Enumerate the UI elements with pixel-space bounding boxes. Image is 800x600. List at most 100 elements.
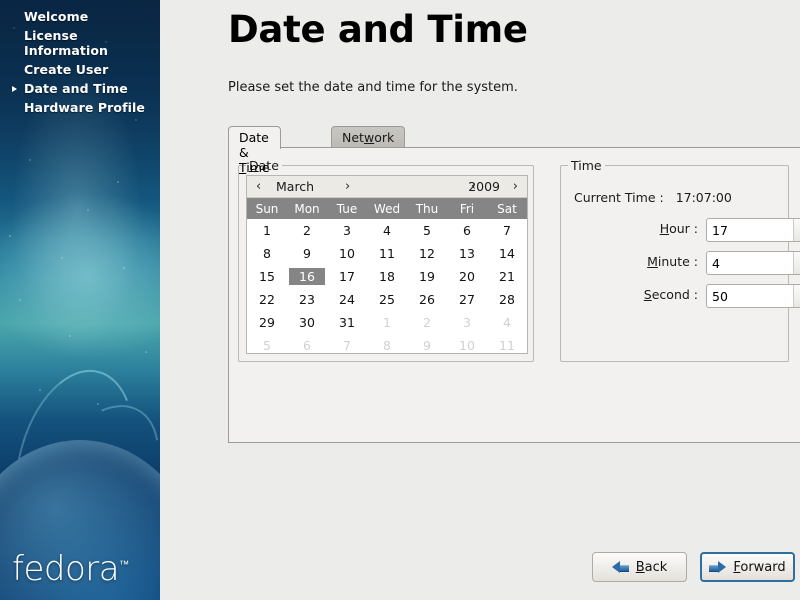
calendar-day-cell[interactable]: 5 [407,219,447,242]
sidebar-item-license-information[interactable]: License Information [0,26,160,60]
calendar-day-cell[interactable]: 7 [487,219,527,242]
time-group: Time Current Time : 17:07:00 Hour : [560,165,789,362]
calendar-day-cell[interactable]: 4 [487,311,527,334]
calendar-day-cell[interactable]: 9 [407,334,447,357]
calendar-week-row: 1234567 [247,219,527,242]
minute-stepper-buttons[interactable] [793,252,800,274]
sidebar-item-hardware-profile[interactable]: Hardware Profile [0,98,160,117]
calendar-day-cell[interactable]: 3 [447,311,487,334]
calendar-day-cell[interactable]: 24 [327,288,367,311]
calendar-day-cell[interactable]: 22 [247,288,287,311]
page-title: Date and Time [228,8,528,51]
calendar-day-cell[interactable]: 7 [327,334,367,357]
trademark-symbol: ™ [119,560,129,571]
time-group-label: Time [568,158,605,173]
calendar-day-cell[interactable]: 8 [367,334,407,357]
weekday-header: Tue [327,198,367,219]
calendar-day-cell[interactable]: 3 [327,219,367,242]
sidebar-item-date-and-time[interactable]: Date and Time [0,79,160,98]
calendar-day-cell[interactable]: 2 [287,219,327,242]
minute-increment-button[interactable] [794,252,800,263]
hour-stepper[interactable] [706,218,800,242]
sidebar: Welcome License Information Create User … [0,0,160,600]
calendar-week-row: 22232425262728 [247,288,527,311]
second-stepper-buttons[interactable] [793,285,800,307]
calendar-day-cell[interactable]: 1 [247,219,287,242]
calendar-day-cell[interactable]: 9 [287,242,327,265]
tab-panel-date-and-time: Date ‹ March › › 2009 ‹ Sun [228,147,800,443]
hour-input[interactable] [707,219,793,241]
calendar-day-cell[interactable]: 25 [367,288,407,311]
calendar-day-cell[interactable]: 30 [287,311,327,334]
weekday-header: Mon [287,198,327,219]
calendar-day-cell[interactable]: 23 [287,288,327,311]
sidebar-item-label: Hardware Profile [24,100,145,115]
calendar-day-cell[interactable]: 6 [447,219,487,242]
hour-decrement-button[interactable] [794,230,800,241]
calendar-day-cell[interactable]: 5 [247,334,287,357]
hour-stepper-buttons[interactable] [793,219,800,241]
current-time-row: Current Time : 17:07:00 [574,190,732,205]
current-time-value: 17:07:00 [676,190,732,205]
calendar-day-cell[interactable]: 16 [287,265,327,288]
calendar-day-cell[interactable]: 26 [407,288,447,311]
second-stepper[interactable] [706,284,800,308]
second-decrement-button[interactable] [794,296,800,307]
calendar-day-cell[interactable]: 4 [367,219,407,242]
minute-decrement-button[interactable] [794,263,800,274]
calendar-day-cell[interactable]: 1 [367,311,407,334]
calendar-day-cell[interactable]: 19 [407,265,447,288]
calendar-day-cell[interactable]: 2 [407,311,447,334]
minute-stepper[interactable] [706,251,800,275]
calendar-day-selected: 16 [289,268,325,285]
calendar-day-cell[interactable]: 11 [487,334,527,357]
back-button[interactable]: Back [592,552,687,582]
sidebar-item-label: Welcome [24,9,88,24]
date-group: Date ‹ March › › 2009 ‹ Sun [238,165,534,362]
calendar-day-cell[interactable]: 6 [287,334,327,357]
calendar-day-cell[interactable]: 10 [447,334,487,357]
calendar-day-cell[interactable]: 17 [327,265,367,288]
second-input[interactable] [707,285,793,307]
next-year-button[interactable]: › [508,176,523,198]
minute-field-row: Minute : [706,251,800,275]
arrow-right-icon [709,561,726,574]
tab-network-time-protocol[interactable]: Network Time Protocol [331,126,405,147]
prev-month-button[interactable]: ‹ [251,176,266,198]
minute-input[interactable] [707,252,793,274]
calendar-day-cell[interactable]: 31 [327,311,367,334]
prev-year-button[interactable]: ‹ [466,176,481,198]
sidebar-item-welcome[interactable]: Welcome [0,7,160,26]
calendar-day-cell[interactable]: 15 [247,265,287,288]
tab-date-and-time[interactable]: Date & Time [228,126,281,149]
calendar-day-cell[interactable]: 14 [487,242,527,265]
second-field-row: Second : [706,284,800,308]
fedora-logo: fedora™ [12,552,129,586]
next-month-button[interactable]: › [340,176,355,198]
calendar-day-cell[interactable]: 13 [447,242,487,265]
calendar-day-cell[interactable]: 18 [367,265,407,288]
hour-increment-button[interactable] [794,219,800,230]
calendar-day-cell[interactable]: 10 [327,242,367,265]
fedora-wordmark: fedora [12,549,119,589]
calendar-week-row: 567891011 [247,334,527,357]
current-time-label: Current Time : [574,190,664,205]
calendar-day-cell[interactable]: 8 [247,242,287,265]
calendar-day-cell[interactable]: 12 [407,242,447,265]
forward-button[interactable]: Forward [700,552,795,582]
calendar[interactable]: ‹ March › › 2009 ‹ Sun Mon Tue [246,175,528,354]
calendar-day-cell[interactable]: 20 [447,265,487,288]
sidebar-item-create-user[interactable]: Create User [0,60,160,79]
calendar-day-cell[interactable]: 21 [487,265,527,288]
calendar-grid: Sun Mon Tue Wed Thu Fri Sat 123456789101… [247,198,527,357]
calendar-weekday-row: Sun Mon Tue Wed Thu Fri Sat [247,198,527,219]
calendar-day-cell[interactable]: 11 [367,242,407,265]
calendar-day-cell[interactable]: 28 [487,288,527,311]
main-content: Date and Time Please set the date and ti… [160,0,800,600]
calendar-day-cell[interactable]: 27 [447,288,487,311]
calendar-day-cell[interactable]: 29 [247,311,287,334]
second-increment-button[interactable] [794,285,800,296]
sidebar-item-label: Create User [24,62,108,77]
calendar-header: ‹ March › › 2009 ‹ [247,176,527,198]
weekday-header: Sun [247,198,287,219]
